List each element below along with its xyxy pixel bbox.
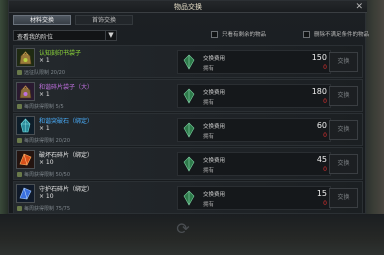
owned-value: 0 (323, 200, 327, 207)
cost-panel: 交换费用 拥有 60 0 (177, 118, 331, 142)
item-icon-frame (16, 116, 35, 135)
item-limit-text: 每周获得限制 5/5 (24, 104, 64, 110)
refresh-icon: ⟳ (176, 219, 190, 238)
item-limit: 每周获得限制 5/5 (17, 103, 64, 110)
cost-value: 15 (316, 189, 327, 198)
item-quantity: × 1 (39, 125, 50, 132)
exchange-button[interactable]: 交换 (329, 86, 358, 106)
item-icon-frame (16, 184, 35, 203)
limit-icon (17, 206, 22, 211)
cost-panel: 交换费用 拥有 15 0 (177, 186, 331, 210)
checkbox-box (211, 31, 218, 38)
owned-label: 拥有 (203, 134, 215, 140)
owned-value: 0 (323, 166, 327, 173)
crystal-icon (17, 117, 34, 134)
currency-icon (181, 54, 197, 70)
item-name: 守护石碎片（绑定） (39, 186, 94, 193)
owned-value: 0 (323, 132, 327, 139)
item-limit-text: 每周获得限制 75/75 (24, 206, 70, 212)
exchange-window: 物品交换 ✕ 材料交换 首饰交换 查看我的阶位 ▼ 只看有剩余的物品 删除不满足… (8, 0, 369, 215)
owned-label: 拥有 (203, 100, 215, 106)
hide-unmet-label: 删除不满足条件的物品 (314, 32, 370, 38)
item-name: 和谐突破石（绑定） (39, 118, 94, 125)
item-quantity: × 1 (39, 91, 50, 98)
owned-value: 0 (323, 64, 327, 71)
item-quantity: × 10 (39, 159, 54, 166)
limit-icon (17, 104, 22, 109)
exchange-button[interactable]: 交换 (329, 120, 358, 140)
list-item: 和谐碎片袋子（大） × 1 每周获得限制 5/5 交换费用 拥有 180 0 交… (13, 79, 363, 112)
cost-label: 交换费用 (203, 158, 226, 164)
item-icon-frame (16, 48, 35, 67)
tier-dropdown-label: 查看我的阶位 (17, 34, 54, 41)
item-limit: 每周获得限制 50/50 (17, 171, 70, 178)
limit-icon (17, 138, 22, 143)
item-name: 破坏石碎片（绑定） (39, 152, 94, 159)
filter-row: 查看我的阶位 ▼ 只看有剩余的物品 删除不满足条件的物品 (13, 29, 369, 43)
item-limit-text: 每周获得限制 50/50 (24, 172, 70, 178)
cost-value: 180 (311, 87, 327, 96)
list-item: 守护石碎片（绑定） × 10 每周获得限制 75/75 交换费用 拥有 15 0… (13, 181, 363, 214)
cost-label: 交换费用 (203, 124, 226, 130)
cost-panel: 交换费用 拥有 180 0 (177, 84, 331, 108)
title-bar: 物品交换 ✕ (9, 1, 367, 13)
item-list: 认知刻印书袋子 × 1 远征队限制 20/20 交换费用 拥有 150 0 交换 (13, 45, 363, 215)
owned-label: 拥有 (203, 168, 215, 174)
owned-label: 拥有 (203, 202, 215, 208)
chevron-down-icon: ▼ (105, 30, 116, 41)
cost-value: 60 (316, 121, 327, 130)
exchange-button[interactable]: 交换 (329, 154, 358, 174)
item-limit-text: 远征队限制 20/20 (24, 70, 65, 76)
cost-panel: 交换费用 拥有 45 0 (177, 152, 331, 176)
currency-icon (181, 88, 197, 104)
cost-value: 45 (316, 155, 327, 164)
checkbox-box (303, 31, 310, 38)
item-icon-frame (16, 82, 35, 101)
currency-icon (181, 122, 197, 138)
item-name: 和谐碎片袋子（大） (39, 84, 94, 91)
item-quantity: × 1 (39, 57, 50, 64)
remaining-only-label: 只看有剩余的物品 (222, 32, 267, 38)
currency-icon (181, 156, 197, 172)
cost-panel: 交换费用 拥有 150 0 (177, 50, 331, 74)
tier-dropdown[interactable]: 查看我的阶位 ▼ (13, 30, 117, 41)
tab-accessory-exchange[interactable]: 首饰交换 (75, 15, 133, 25)
exchange-button[interactable]: 交换 (329, 188, 358, 208)
list-item: 和谐突破石（绑定） × 1 每周获得限制 20/20 交换费用 拥有 60 0 … (13, 113, 363, 146)
exchange-button[interactable]: 交换 (329, 52, 358, 72)
limit-icon (17, 172, 22, 177)
cost-value: 150 (311, 53, 327, 62)
bag-icon (17, 49, 34, 66)
cost-label: 交换费用 (203, 90, 226, 96)
list-item: 认知刻印书袋子 × 1 远征队限制 20/20 交换费用 拥有 150 0 交换 (13, 45, 363, 78)
currency-icon (181, 190, 197, 206)
item-quantity: × 10 (39, 193, 54, 200)
list-item: 破坏石碎片（绑定） × 10 每周获得限制 50/50 交换费用 拥有 45 0… (13, 147, 363, 180)
close-button[interactable]: ✕ (355, 2, 363, 12)
tab-material-exchange[interactable]: 材料交换 (13, 15, 71, 25)
red-shard-icon (17, 151, 34, 168)
window-title: 物品交换 (174, 3, 202, 11)
item-limit: 每周获得限制 75/75 (17, 205, 70, 212)
item-limit: 远征队限制 20/20 (17, 69, 65, 76)
item-limit-text: 每周获得限制 20/20 (24, 138, 70, 144)
item-limit: 每周获得限制 20/20 (17, 137, 70, 144)
limit-icon (17, 70, 22, 75)
owned-label: 拥有 (203, 66, 215, 72)
owned-value: 0 (323, 98, 327, 105)
bag-icon (17, 83, 34, 100)
item-name: 认知刻印书袋子 (39, 50, 82, 57)
tab-bar: 材料交换 首饰交换 (13, 15, 137, 25)
cost-label: 交换费用 (203, 56, 226, 62)
blue-shard-icon (17, 185, 34, 202)
cost-label: 交换费用 (203, 192, 226, 198)
item-icon-frame (16, 150, 35, 169)
